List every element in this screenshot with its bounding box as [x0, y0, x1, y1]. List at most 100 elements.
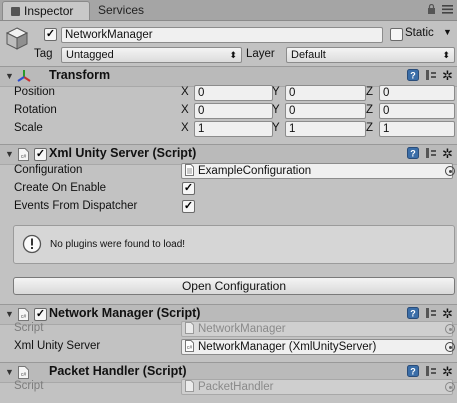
xml-unity-server-field[interactable]: NetworkManager (XmlUnityServer) — [181, 339, 453, 355]
gear-icon[interactable]: ✲ — [442, 306, 453, 322]
rotation-z-field[interactable]: 0 — [379, 103, 455, 119]
svg-text:c#: c# — [187, 345, 193, 351]
xml-server-foldout-icon[interactable]: ▼ — [5, 149, 14, 159]
create-on-enable-checkbox[interactable] — [182, 182, 195, 195]
script-file-icon — [185, 322, 194, 334]
static-label: Static — [405, 27, 434, 39]
scale-y-label[interactable]: Y — [272, 122, 280, 134]
svg-text:?: ? — [410, 71, 416, 81]
network-manager-foldout-icon[interactable]: ▼ — [5, 309, 14, 319]
xml-unity-server-label: Xml Unity Server — [14, 340, 101, 352]
position-x-field[interactable]: 0 — [194, 85, 273, 101]
tab-inspector[interactable]: Inspector — [2, 1, 90, 20]
xml-unity-server-value: NetworkManager (XmlUnityServer) — [198, 341, 377, 353]
script-file-icon: c# — [185, 340, 194, 352]
position-x-label[interactable]: X — [181, 86, 189, 98]
menu-icon[interactable] — [442, 5, 453, 14]
open-configuration-button[interactable]: Open Configuration — [13, 277, 455, 295]
transform-title: Transform — [49, 68, 111, 82]
ph-script-label: Script — [14, 380, 44, 392]
position-label: Position — [14, 86, 55, 98]
position-z-field[interactable]: 0 — [379, 85, 455, 101]
scale-x-field[interactable]: 1 — [194, 121, 273, 137]
position-z-label[interactable]: Z — [366, 86, 373, 98]
svg-text:c#: c# — [21, 154, 27, 160]
script-file-icon: c# — [18, 148, 29, 161]
scale-x-label[interactable]: X — [181, 122, 189, 134]
rotation-y-label[interactable]: Y — [272, 104, 280, 116]
tab-services[interactable]: Services — [96, 1, 166, 20]
rotation-x-label[interactable]: X — [181, 104, 189, 116]
help-icon[interactable]: ? — [407, 365, 419, 377]
layer-caret-icon: ⬍ — [442, 50, 450, 60]
gameobject-active-checkbox[interactable] — [44, 28, 57, 41]
static-dropdown-icon[interactable]: ▼ — [443, 27, 452, 37]
tag-caret-icon: ⬍ — [229, 50, 237, 60]
layer-label: Layer — [246, 48, 275, 60]
nm-script-value: NetworkManager — [198, 323, 286, 335]
scale-label: Scale — [14, 122, 43, 134]
position-y-field[interactable]: 0 — [285, 85, 366, 101]
info-icon — [22, 234, 42, 254]
packet-handler-title: Packet Handler (Script) — [49, 364, 187, 378]
static-checkbox[interactable] — [390, 28, 403, 41]
rotation-y-field[interactable]: 0 — [285, 103, 366, 119]
tag-dropdown[interactable]: Untagged ⬍ — [61, 47, 242, 63]
presets-icon[interactable] — [425, 307, 437, 319]
scale-y-field[interactable]: 1 — [285, 121, 366, 137]
rotation-x-field[interactable]: 0 — [194, 103, 273, 119]
gameobject-cube-icon — [4, 25, 30, 51]
inspector-tab-icon — [11, 7, 20, 16]
object-picker-icon — [445, 324, 455, 334]
events-from-dispatcher-label: Events From Dispatcher — [14, 200, 138, 212]
object-picker-icon[interactable] — [445, 166, 455, 176]
position-y-label[interactable]: Y — [272, 86, 280, 98]
tag-value: Untagged — [66, 49, 114, 61]
help-icon[interactable]: ? — [407, 147, 419, 159]
gear-icon[interactable]: ✲ — [442, 146, 453, 162]
text-asset-icon — [185, 164, 194, 176]
tab-services-label: Services — [98, 3, 145, 17]
transform-axes-icon — [16, 68, 32, 84]
transform-foldout-icon[interactable]: ▼ — [5, 71, 14, 81]
help-message: No plugins were found to load! — [50, 239, 186, 250]
svg-text:c#: c# — [21, 372, 27, 378]
network-manager-enabled-checkbox[interactable] — [34, 308, 47, 321]
configuration-value: ExampleConfiguration — [198, 165, 312, 177]
tab-inspector-label: Inspector — [24, 4, 74, 18]
help-icon[interactable]: ? — [407, 69, 419, 81]
svg-text:c#: c# — [21, 314, 27, 320]
presets-icon[interactable] — [425, 147, 437, 159]
packet-handler-foldout-icon[interactable]: ▼ — [5, 367, 14, 377]
create-on-enable-label: Create On Enable — [14, 182, 107, 194]
xml-server-title: Xml Unity Server (Script) — [49, 146, 197, 160]
ph-script-field: PacketHandler — [181, 379, 453, 395]
rotation-z-label[interactable]: Z — [366, 104, 373, 116]
layer-value: Default — [291, 49, 326, 61]
script-file-icon: c# — [18, 366, 29, 379]
gameobject-name-field[interactable]: NetworkManager — [61, 27, 383, 43]
layer-dropdown[interactable]: Default ⬍ — [286, 47, 455, 63]
configuration-field[interactable]: ExampleConfiguration — [181, 163, 453, 179]
xml-server-enabled-checkbox[interactable] — [34, 148, 47, 161]
events-from-dispatcher-checkbox[interactable] — [182, 200, 195, 213]
object-picker-icon — [445, 382, 455, 392]
ph-script-value: PacketHandler — [198, 381, 274, 393]
scale-z-label[interactable]: Z — [366, 122, 373, 134]
configuration-label: Configuration — [14, 164, 83, 176]
rotation-label: Rotation — [14, 104, 57, 116]
scale-z-field[interactable]: 1 — [379, 121, 455, 137]
svg-text:?: ? — [410, 149, 416, 159]
gear-icon[interactable]: ✲ — [442, 68, 453, 84]
object-picker-icon[interactable] — [445, 342, 455, 352]
script-file-icon — [185, 380, 194, 392]
presets-icon[interactable] — [425, 69, 437, 81]
script-file-icon: c# — [18, 308, 29, 321]
lock-icon[interactable] — [427, 3, 436, 14]
nm-script-label: Script — [14, 322, 44, 334]
presets-icon[interactable] — [425, 365, 437, 377]
network-manager-title: Network Manager (Script) — [49, 306, 201, 320]
gear-icon[interactable]: ✲ — [442, 364, 453, 380]
help-icon[interactable]: ? — [407, 307, 419, 319]
nm-script-field: NetworkManager — [181, 321, 453, 337]
